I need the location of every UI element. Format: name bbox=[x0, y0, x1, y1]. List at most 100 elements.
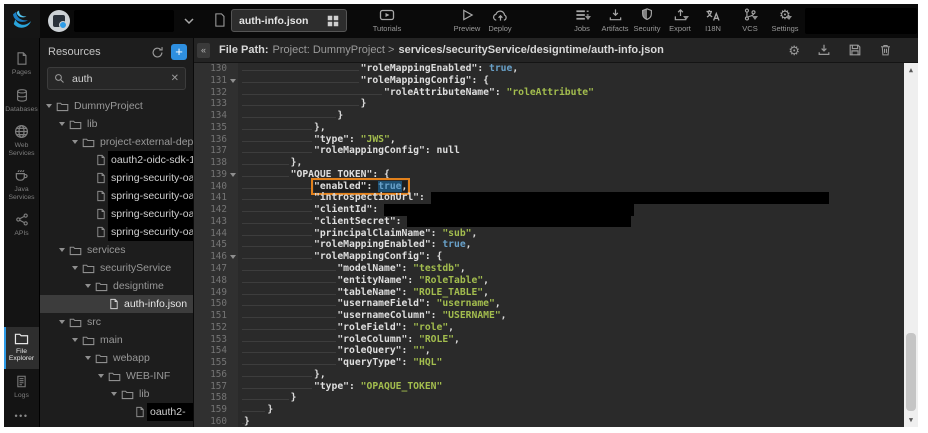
scrollbar-thumb[interactable] bbox=[906, 333, 916, 411]
code-line[interactable]: "enabled": true, bbox=[244, 181, 904, 193]
expand-arrow-icon[interactable] bbox=[72, 338, 78, 342]
tree-item-oauth2-[interactable]: oauth2- bbox=[40, 403, 193, 421]
code-line[interactable]: "clientSecret": bbox=[244, 216, 904, 228]
tree-item-services[interactable]: services bbox=[40, 241, 193, 259]
tree-item-label: lib bbox=[139, 388, 150, 400]
toolbar-button-deploy[interactable]: Deploy bbox=[478, 7, 522, 33]
rail-item-databases[interactable]: Databases bbox=[4, 83, 39, 120]
expand-arrow-icon[interactable] bbox=[85, 284, 91, 288]
code-line[interactable]: "OPAQUE_TOKEN": { bbox=[244, 169, 904, 181]
code-line[interactable]: }, bbox=[244, 122, 904, 134]
grid-icon[interactable] bbox=[327, 15, 339, 27]
code-line[interactable]: "usernameField": "username", bbox=[244, 298, 904, 310]
tree-item-label: oauth2- bbox=[150, 406, 186, 418]
tab-auth-info-json[interactable]: auth-info.json bbox=[231, 9, 347, 32]
code-line[interactable]: "roleMappingConfig": { bbox=[244, 75, 904, 87]
tree-item-lib[interactable]: lib bbox=[40, 115, 193, 133]
app-logo[interactable] bbox=[4, 4, 40, 38]
tree-item-spring-security-oau[interactable]: spring-security-oau bbox=[40, 205, 193, 223]
tree-item-lib[interactable]: lib bbox=[40, 385, 193, 403]
code-line[interactable]: "type": "JWS", bbox=[244, 134, 904, 146]
code-line[interactable]: "introspectionUrl": bbox=[244, 192, 904, 204]
scroll-down-arrow[interactable]: ▼ bbox=[904, 413, 918, 427]
code-line[interactable]: }, bbox=[244, 157, 904, 169]
rail-more-button[interactable]: ••• bbox=[4, 405, 39, 427]
expand-arrow-icon[interactable] bbox=[46, 104, 52, 108]
rail-item-pages[interactable]: Pages bbox=[4, 46, 39, 83]
code-line[interactable]: "tableName": "ROLE_TABLE", bbox=[244, 287, 904, 299]
code-line[interactable]: "roleMappingConfig": { bbox=[244, 251, 904, 263]
code-line[interactable]: "entityName": "RoleTable", bbox=[244, 275, 904, 287]
rail-item-file-explorer[interactable]: File Explorer bbox=[4, 327, 39, 369]
expand-arrow-icon[interactable] bbox=[98, 374, 104, 378]
collapse-panel-button[interactable]: « bbox=[197, 43, 210, 58]
code-line[interactable]: "type": "OPAQUE_TOKEN" bbox=[244, 381, 904, 393]
tree-item-web-inf[interactable]: WEB-INF bbox=[40, 367, 193, 385]
toolbar-button-settings[interactable]: ⚙Settings bbox=[763, 7, 807, 33]
folder-icon bbox=[56, 101, 69, 112]
clear-search-icon[interactable]: ✕ bbox=[171, 73, 179, 84]
code-line[interactable]: } bbox=[244, 110, 904, 122]
tree-item-webapp[interactable]: webapp bbox=[40, 349, 193, 367]
editor-settings-gear-icon[interactable]: ⚙ bbox=[788, 44, 800, 57]
code-line[interactable]: "roleColumn": "ROLE", bbox=[244, 334, 904, 346]
redacted-project-name bbox=[74, 10, 174, 32]
project-selector[interactable] bbox=[48, 9, 196, 33]
tree-item-src[interactable]: src bbox=[40, 313, 193, 331]
code-line[interactable]: "roleMappingEnabled": true, bbox=[244, 63, 904, 75]
expand-arrow-icon[interactable] bbox=[111, 392, 117, 396]
tree-item-auth-info.json[interactable]: auth-info.json bbox=[40, 295, 193, 313]
code-line[interactable]: } bbox=[244, 392, 904, 404]
expand-arrow-icon[interactable] bbox=[59, 248, 65, 252]
delete-file-icon[interactable] bbox=[879, 43, 892, 57]
rail-item-apis[interactable]: APIs bbox=[4, 207, 39, 244]
expand-arrow-icon[interactable] bbox=[59, 320, 65, 324]
toolbar-button-tutorials[interactable]: Tutorials bbox=[365, 7, 409, 33]
search-input[interactable] bbox=[70, 72, 166, 86]
code-line[interactable]: "modelName": "testdb", bbox=[244, 263, 904, 275]
add-resource-button[interactable]: + bbox=[171, 44, 187, 60]
fold-arrow-icon[interactable] bbox=[230, 79, 236, 83]
code-line[interactable]: "roleAttributeName": "roleAttribute" bbox=[244, 87, 904, 99]
tree-item-label: project-external-depend bbox=[100, 136, 193, 148]
code-line[interactable]: "roleMappingConfig": null bbox=[244, 145, 904, 157]
pages-icon bbox=[15, 51, 29, 66]
download-file-icon[interactable] bbox=[817, 43, 831, 57]
save-file-icon[interactable] bbox=[848, 43, 862, 57]
tree-item-securityservice[interactable]: securityService bbox=[40, 259, 193, 277]
refresh-icon[interactable] bbox=[151, 46, 164, 59]
code-line[interactable]: "roleQuery": "", bbox=[244, 345, 904, 357]
rail-item-java-services[interactable]: Java Services bbox=[4, 163, 39, 207]
expand-arrow-icon[interactable] bbox=[85, 356, 91, 360]
tree-item-spring-security-oau[interactable]: spring-security-oau bbox=[40, 223, 193, 241]
scroll-up-arrow[interactable]: ▲ bbox=[904, 63, 918, 77]
tree-item-spring-security-oau[interactable]: spring-security-oau bbox=[40, 169, 193, 187]
expand-arrow-icon[interactable] bbox=[72, 266, 78, 270]
tree-item-main[interactable]: main bbox=[40, 331, 193, 349]
expand-arrow-icon[interactable] bbox=[59, 122, 65, 126]
tree-item-designtime[interactable]: designtime bbox=[40, 277, 193, 295]
code-line[interactable]: } bbox=[244, 416, 904, 427]
code-line[interactable]: "clientId": bbox=[244, 204, 904, 216]
tree-item-spring-security-oau[interactable]: spring-security-oau bbox=[40, 187, 193, 205]
code-line[interactable]: } bbox=[244, 404, 904, 416]
vertical-scrollbar[interactable]: ▲ ▼ bbox=[904, 63, 918, 427]
tree-item-project-external-depend[interactable]: project-external-depend bbox=[40, 133, 193, 151]
file-path-bar: « File Path: Project: DummyProject > ser… bbox=[194, 38, 918, 63]
fold-arrow-icon[interactable] bbox=[230, 173, 236, 177]
rail-item-logs[interactable]: Logs bbox=[4, 369, 39, 406]
code-line[interactable]: "principalClaimName": "sub", bbox=[244, 228, 904, 240]
tree-item-dummyproject[interactable]: DummyProject bbox=[40, 97, 193, 115]
code-line[interactable]: } bbox=[244, 98, 904, 110]
code-line[interactable]: "roleMappingEnabled": true, bbox=[244, 239, 904, 251]
code-line[interactable]: }, bbox=[244, 369, 904, 381]
tree-item-oauth2-oidc-sdk-10[interactable]: oauth2-oidc-sdk-10 bbox=[40, 151, 193, 169]
file-icon bbox=[96, 190, 106, 202]
fold-arrow-icon[interactable] bbox=[230, 255, 236, 259]
code-line[interactable]: "queryType": "HQL" bbox=[244, 357, 904, 369]
rail-item-web-services[interactable]: Web Services bbox=[4, 119, 39, 163]
code-editor[interactable]: 1301311321331341351361371381391401411421… bbox=[194, 63, 918, 427]
code-line[interactable]: "usernameColumn": "USERNAME", bbox=[244, 310, 904, 322]
code-line[interactable]: "roleField": "role", bbox=[244, 322, 904, 334]
expand-arrow-icon[interactable] bbox=[72, 140, 78, 144]
